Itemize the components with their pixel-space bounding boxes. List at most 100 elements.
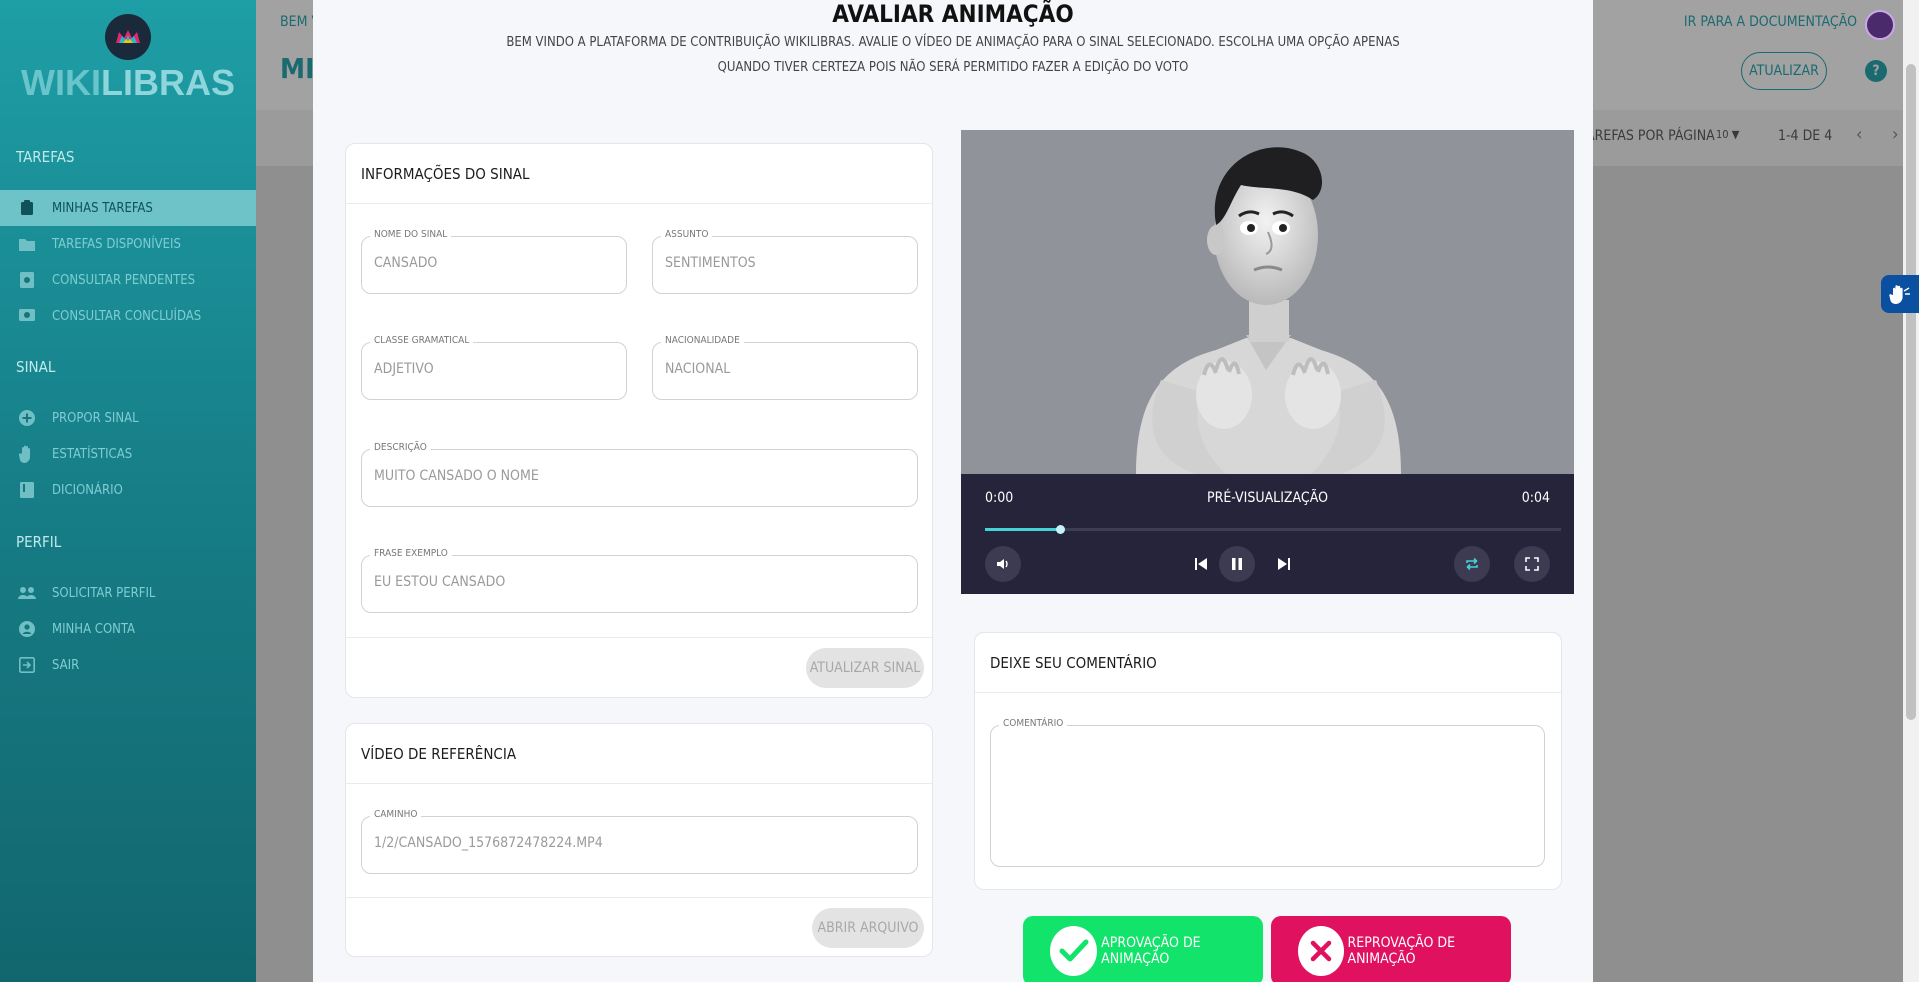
comment-header: Deixe seu comentário (975, 633, 1561, 693)
sidebar-item-label: Propor Sinal (52, 410, 139, 426)
sidebar-item-label: Minhas Tarefas (52, 200, 153, 216)
field-label: Descrição (370, 442, 431, 453)
clipboard-icon (18, 199, 36, 217)
nav-section-tarefas: Tarefas (16, 148, 75, 166)
chevron-left-icon[interactable]: ‹ (1856, 124, 1862, 145)
field-label: Comentário (999, 718, 1068, 729)
sidebar-item-minha-conta[interactable]: Minha Conta (0, 611, 256, 647)
field-label: Classe gramatical (370, 335, 474, 346)
example-phrase-field[interactable]: Frase exemplo EU ESTOU CANSADO (361, 548, 918, 613)
progress-bar[interactable] (985, 525, 1561, 534)
logout-icon (18, 656, 36, 674)
evaluate-animation-modal: Avaliar Animação Bem vindo a plataforma … (313, 0, 1593, 982)
nationality-field[interactable]: Nacionalidade NACIONAL (652, 335, 918, 400)
sidebar-item-propor-sinal[interactable]: Propor Sinal (0, 400, 256, 436)
update-sign-button[interactable]: Atualizar Sinal (806, 648, 924, 688)
pause-icon[interactable] (1219, 546, 1255, 582)
chevron-down-icon: ▼ (1731, 128, 1740, 141)
avatar-animation[interactable] (961, 130, 1574, 474)
grammar-class-field[interactable]: Classe gramatical ADJETIVO (361, 335, 627, 400)
field-label: Assunto (661, 229, 713, 240)
pagination-range: 1-4 de 4 (1778, 128, 1833, 144)
next-icon[interactable] (1274, 554, 1294, 574)
animation-player[interactable]: 0:00 Pré-visualização 0:04 (961, 130, 1574, 594)
modal-title: Avaliar Animação (832, 0, 1074, 28)
progress-fill (985, 528, 1060, 531)
field-label: Caminho (370, 809, 422, 820)
sidebar-item-label: Tarefas Disponíveis (52, 236, 181, 252)
sign-name-field[interactable]: Nome do sinal CANSADO (361, 229, 627, 294)
sidebar-item-dicionario[interactable]: Dicionário (0, 472, 256, 508)
sidebar-item-label: Sair (52, 657, 80, 673)
folder-plus-icon (18, 235, 36, 253)
sidebar-item-label: Estatísticas (52, 446, 133, 462)
field-value: NACIONAL (665, 361, 731, 377)
per-page-label: arefas por página (1586, 128, 1715, 144)
people-icon (18, 584, 36, 602)
field-value: SENTIMENTOS (665, 255, 756, 271)
update-button[interactable]: Atualizar (1741, 52, 1827, 90)
plus-circle-icon (18, 409, 36, 427)
logo-text: WIKILIBRAS (21, 62, 235, 103)
approve-label: Aprovação de animação (1101, 935, 1201, 967)
volume-icon[interactable] (985, 546, 1021, 582)
help-icon[interactable]: ? (1865, 60, 1887, 82)
field-value: ADJETIVO (374, 361, 434, 377)
sidebar-item-estatisticas[interactable]: Estatísticas (0, 436, 256, 472)
player-controls: 0:00 Pré-visualização 0:04 (961, 474, 1574, 594)
scrollbar-thumb[interactable] (1906, 64, 1916, 720)
sidebar-item-solicitar-perfil[interactable]: Solicitar Perfil (0, 575, 256, 611)
reject-label: Reprovação de animação (1347, 935, 1456, 967)
nav-section-sinal: Sinal (16, 358, 56, 376)
search-doc-icon (18, 271, 36, 289)
reject-animation-button[interactable]: Reprovação de animação (1271, 916, 1511, 982)
divider (346, 637, 932, 638)
close-icon (1298, 926, 1344, 976)
comment-textarea[interactable]: Comentário (990, 718, 1545, 867)
sign-info-header: Informações do Sinal (346, 144, 932, 204)
sidebar-item-consultar-pendentes[interactable]: Consultar Pendentes (0, 262, 256, 298)
previous-icon[interactable] (1191, 554, 1211, 574)
path-field[interactable]: Caminho 1/2/CANSADO_1576872478224.mp4 (361, 809, 918, 874)
sidebar-item-label: Consultar Concluídas (52, 308, 202, 324)
modal-subtitle: Bem vindo a plataforma de contribuição W… (506, 35, 1400, 75)
sidebar-item-tarefas-disponiveis[interactable]: Tarefas Disponíveis (0, 226, 256, 262)
documentation-link[interactable]: Ir para a documentação (1684, 14, 1857, 30)
progress-knob[interactable] (1055, 525, 1065, 534)
duration: 0:04 (1521, 490, 1550, 506)
sidebar-item-label: Minha Conta (52, 621, 136, 637)
sidebar-item-sair[interactable]: Sair (0, 647, 256, 683)
sign-info-card: Informações do Sinal Nome do sinal CANSA… (345, 143, 933, 698)
avatar[interactable] (1865, 10, 1895, 40)
field-value: CANSADO (374, 255, 438, 271)
hand-icon (18, 445, 36, 463)
sidebar: WIKILIBRAS Tarefas Minhas Tarefas Tarefa… (0, 0, 256, 982)
open-file-button[interactable]: Abrir arquivo (812, 908, 924, 948)
accessibility-hand-icon[interactable] (1881, 275, 1919, 313)
divider (346, 897, 932, 898)
field-value: 1/2/CANSADO_1576872478224.mp4 (374, 835, 603, 851)
approve-animation-button[interactable]: Aprovação de animação (1023, 916, 1263, 982)
reference-video-header: Vídeo de referência (346, 724, 932, 784)
book-icon (18, 481, 36, 499)
field-value: EU ESTOU CANSADO (374, 574, 506, 590)
preview-label: Pré-visualização (1207, 490, 1328, 506)
field-label: Frase exemplo (370, 548, 452, 559)
repeat-icon[interactable] (1454, 546, 1490, 582)
reference-video-card: Vídeo de referência Caminho 1/2/CANSADO_… (345, 723, 933, 957)
scrollbar[interactable] (1903, 0, 1919, 982)
sidebar-item-label: Solicitar Perfil (52, 585, 156, 601)
search-screen-icon (18, 307, 36, 325)
field-value: MUITO CANSADO O NOME (374, 468, 539, 484)
subject-field[interactable]: Assunto SENTIMENTOS (652, 229, 918, 294)
sidebar-item-minhas-tarefas[interactable]: Minhas Tarefas (0, 190, 256, 226)
comment-card: Deixe seu comentário Comentário (974, 632, 1562, 890)
field-label: Nome do sinal (370, 229, 452, 240)
field-label: Nacionalidade (661, 335, 744, 346)
per-page-select[interactable]: 10 ▼ (1716, 128, 1739, 141)
fullscreen-icon[interactable] (1514, 546, 1550, 582)
logo-icon (105, 14, 151, 60)
description-field[interactable]: Descrição MUITO CANSADO O NOME (361, 442, 918, 507)
sidebar-item-consultar-concluidas[interactable]: Consultar Concluídas (0, 298, 256, 334)
chevron-right-icon[interactable]: › (1892, 124, 1898, 145)
